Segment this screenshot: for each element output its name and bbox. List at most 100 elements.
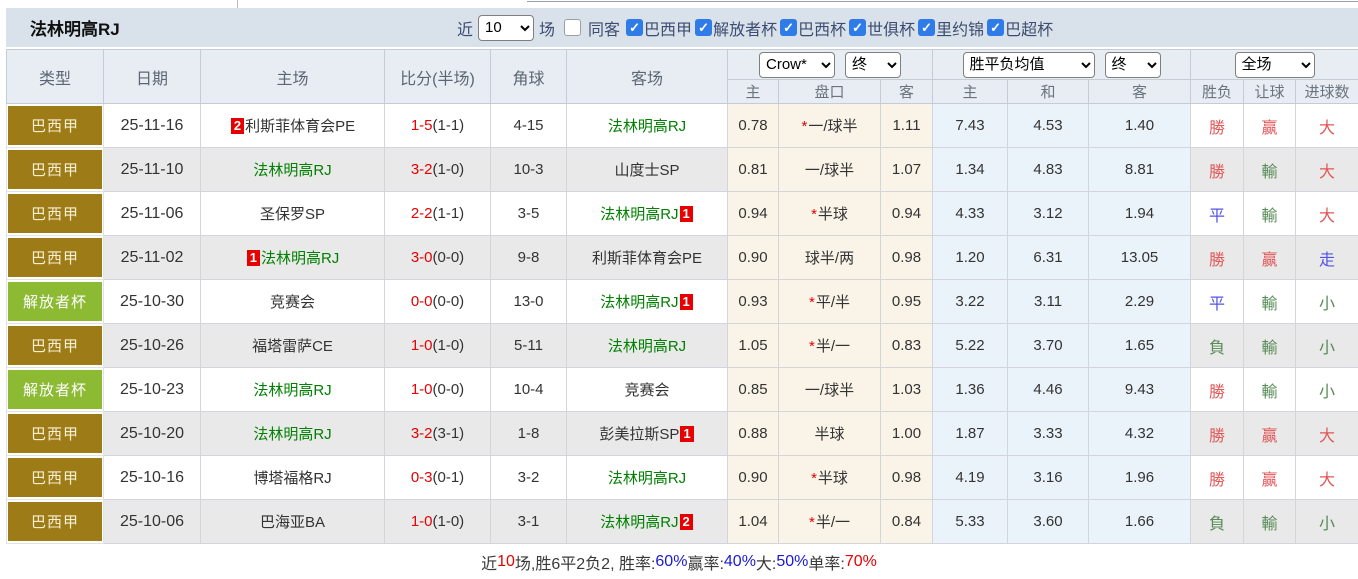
match-date: 25-10-26 [104, 324, 201, 368]
away-team: 法林明高RJ [567, 456, 728, 500]
checkbox-icon[interactable]: ✓ [626, 19, 643, 36]
table-row: 解放者杯 25-10-23 法林明高RJ 1-0(0-0) 10-4 竞赛会 0… [7, 368, 1358, 412]
team-name: 法林明高RJ [608, 338, 686, 355]
avg-home-odds: 1.20 [933, 236, 1008, 280]
odds-company-state-select[interactable]: 终 [845, 52, 901, 78]
col-header-date: 日期 [104, 50, 201, 104]
red-card-badge: 1 [680, 426, 693, 442]
checkbox-icon[interactable]: ✓ [695, 19, 712, 36]
league-filter[interactable]: ✓解放者杯 [695, 16, 777, 40]
halftime-score: (0-1) [433, 469, 465, 486]
checkbox-icon[interactable]: ✓ [987, 19, 1004, 36]
result-wdl: 負 [1191, 324, 1244, 368]
corner-score: 3-5 [491, 192, 567, 236]
away-team: 利斯菲体育会PE [567, 236, 728, 280]
league-filter[interactable]: ✓世俱杯 [849, 16, 915, 40]
team-name: 法林明高RJ [600, 294, 678, 311]
score: 1-0(0-0) [385, 368, 491, 412]
league-filter[interactable]: ✓巴超杯 [987, 16, 1053, 40]
team-name: 圣保罗SP [260, 206, 325, 223]
avg-away-odds: 13.05 [1089, 236, 1191, 280]
away-team: 法林明高RJ [567, 104, 728, 148]
star-icon: * [809, 514, 815, 531]
avg-home-odds: 7.43 [933, 104, 1008, 148]
avg-away-odds: 9.43 [1089, 368, 1191, 412]
home-team: 福塔雷萨CE [201, 324, 385, 368]
avg-home-odds: 3.22 [933, 280, 1008, 324]
home-team: 法林明高RJ [201, 412, 385, 456]
team-name: 竞赛会 [624, 382, 669, 399]
match-date: 25-10-30 [104, 280, 201, 324]
handicap-line: *平/半 [779, 280, 881, 324]
team-name: 竞赛会 [270, 294, 315, 311]
result-wdl: 勝 [1191, 368, 1244, 412]
table-row: 巴西甲 25-10-26 福塔雷萨CE 1-0(1-0) 5-11 法林明高RJ… [7, 324, 1358, 368]
match-date: 25-11-16 [104, 104, 201, 148]
match-date: 25-11-02 [104, 236, 201, 280]
halftime-score: (3-1) [433, 425, 465, 442]
league-filter[interactable]: ✓巴西杯 [780, 16, 846, 40]
score: 3-2(3-1) [385, 412, 491, 456]
same-away-checkbox[interactable] [564, 19, 581, 36]
avg-draw-odds: 4.83 [1008, 148, 1089, 192]
fulltime-score: 1-0 [411, 337, 433, 354]
sub-header-handicap-home: 主 [728, 80, 779, 104]
recent-count-select[interactable]: 10 [478, 15, 534, 41]
summary-segment: 单率: [808, 550, 844, 574]
avg-odds-select[interactable]: 胜平负均值 [963, 52, 1095, 78]
summary-segment: 大: [756, 550, 776, 574]
summary-segment: 50% [776, 553, 808, 571]
match-history-panel: 法林明高RJ 近 10 场 同客 ✓巴西甲✓解放者杯✓巴西杯✓世俱杯✓里约锦✓巴… [0, 0, 1358, 546]
filter-controls: 近 10 场 同客 ✓巴西甲✓解放者杯✓巴西杯✓世俱杯✓里约锦✓巴超杯 [454, 8, 1053, 47]
halftime-score: (1-1) [433, 117, 465, 134]
checkbox-icon[interactable]: ✓ [849, 19, 866, 36]
home-team: 法林明高RJ [201, 148, 385, 192]
scope-select[interactable]: 全场 [1235, 52, 1315, 78]
checkbox-icon[interactable]: ✓ [918, 19, 935, 36]
team-name: 法林明高RJ [600, 206, 678, 223]
avg-draw-odds: 4.46 [1008, 368, 1089, 412]
league-filter[interactable]: ✓里约锦 [918, 16, 984, 40]
summary-segment: 场,胜6平2负2, 胜率: [515, 550, 655, 574]
avg-home-odds: 5.22 [933, 324, 1008, 368]
avg-draw-odds: 3.33 [1008, 412, 1089, 456]
handicap-line: 半球 [779, 412, 881, 456]
filter-bar: 法林明高RJ 近 10 场 同客 ✓巴西甲✓解放者杯✓巴西杯✓世俱杯✓里约锦✓巴… [6, 8, 1358, 47]
corner-score: 9-8 [491, 236, 567, 280]
table-row: 巴西甲 25-11-02 1法林明高RJ 3-0(0-0) 9-8 利斯菲体育会… [7, 236, 1358, 280]
away-team: 法林明高RJ [567, 324, 728, 368]
result-handicap: 輸 [1244, 148, 1296, 192]
same-away-label: 同客 [588, 16, 620, 40]
odds-company-select[interactable]: Crow* [759, 52, 835, 78]
result-wdl: 平 [1191, 192, 1244, 236]
team-name: 法林明高RJ [253, 426, 331, 443]
avg-away-odds: 1.65 [1089, 324, 1191, 368]
home-team: 法林明高RJ [201, 368, 385, 412]
avg-odds-state-select[interactable]: 终 [1105, 52, 1161, 78]
sub-header-handicap-line: 盘口 [779, 80, 881, 104]
handicap-line: 球半/两 [779, 236, 881, 280]
star-icon: * [809, 338, 815, 355]
avg-draw-odds: 6.31 [1008, 236, 1089, 280]
result-handicap: 赢 [1244, 456, 1296, 500]
fulltime-score: 2-2 [411, 205, 433, 222]
away-team: 法林明高RJ1 [567, 192, 728, 236]
red-card-badge: 1 [247, 250, 260, 266]
result-wdl: 平 [1191, 280, 1244, 324]
team-name: 法林明高RJ [253, 162, 331, 179]
col-header-home: 主场 [201, 50, 385, 104]
score: 0-3(0-1) [385, 456, 491, 500]
away-team: 竞赛会 [567, 368, 728, 412]
summary-segment: 60% [655, 553, 687, 571]
checkbox-icon[interactable]: ✓ [780, 19, 797, 36]
away-team: 彭美拉斯SP1 [567, 412, 728, 456]
handicap-line: 一/球半 [779, 148, 881, 192]
fulltime-score: 1-0 [411, 381, 433, 398]
top-remnant-strip [0, 0, 1358, 8]
handicap-line: 一/球半 [779, 368, 881, 412]
avg-away-odds: 1.94 [1089, 192, 1191, 236]
league-filter[interactable]: ✓巴西甲 [626, 16, 692, 40]
match-date: 25-10-16 [104, 456, 201, 500]
score: 3-2(1-0) [385, 148, 491, 192]
handicap-line: *半/一 [779, 500, 881, 544]
